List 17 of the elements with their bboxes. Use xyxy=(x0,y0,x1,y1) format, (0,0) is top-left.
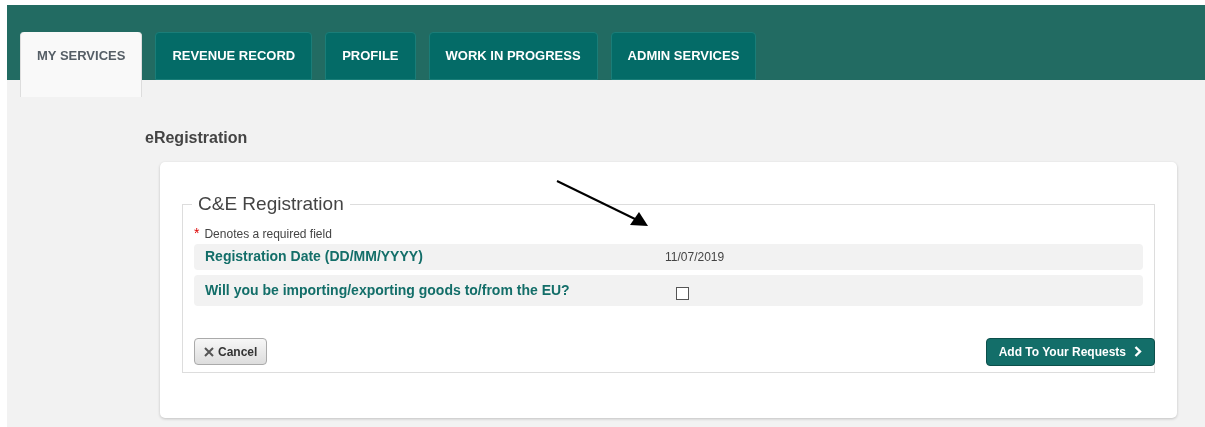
nav-tab[interactable]: REVENUE RECORD xyxy=(155,32,313,80)
add-requests-button[interactable]: Add To Your Requests xyxy=(985,337,1155,366)
form-legend: C&E Registration xyxy=(192,190,350,219)
chevron-right-icon xyxy=(1134,346,1142,357)
nav-tab[interactable]: MY SERVICES xyxy=(20,32,143,97)
field-label: Will you be importing/exporting goods to/from the EU? xyxy=(205,280,571,300)
nav-tab[interactable]: PROFILE xyxy=(325,32,416,80)
checkbox[interactable] xyxy=(676,286,689,300)
page-title: eRegistration xyxy=(145,128,249,148)
field-label: Registration Date (DD/MM/YYYY) xyxy=(205,247,424,266)
required-asterisk: * xyxy=(194,223,200,243)
close-icon xyxy=(204,346,214,357)
nav-tab[interactable]: ADMIN SERVICES xyxy=(610,32,757,80)
required-note: Denotes a required field xyxy=(204,225,332,243)
nav-tab[interactable]: WORK IN PROGRESS xyxy=(428,32,598,80)
date-value: 11/07/2019 xyxy=(665,248,725,266)
cancel-button[interactable]: Cancel xyxy=(194,338,268,365)
